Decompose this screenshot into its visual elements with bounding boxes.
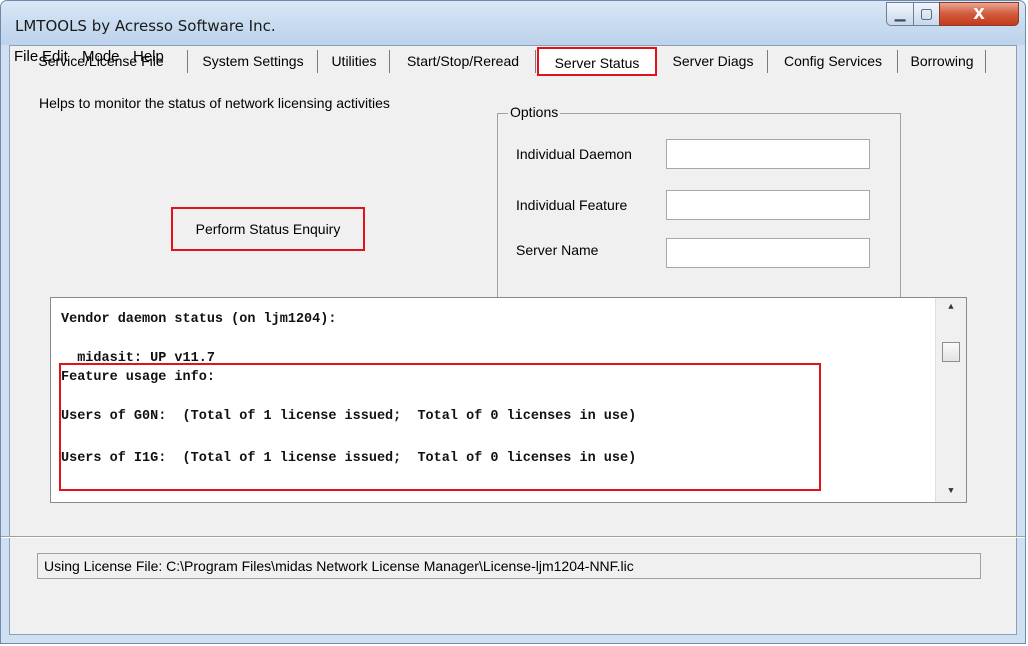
maximize-button[interactable]: ▢ bbox=[913, 2, 940, 26]
minimize-icon: ▁ bbox=[894, 6, 906, 22]
perform-status-enquiry-label: Perform Status Enquiry bbox=[195, 221, 341, 237]
footer-divider bbox=[1, 536, 1025, 538]
tab-utilities[interactable]: Utilities bbox=[319, 50, 390, 73]
tab-service-license-file[interactable]: Service/License File bbox=[15, 50, 188, 73]
individual-daemon-label: Individual Daemon bbox=[516, 146, 632, 162]
output-line: Vendor daemon status (on ljm1204): bbox=[61, 312, 337, 327]
tab-server-status[interactable]: Server Status bbox=[537, 47, 657, 76]
tab-description: Helps to monitor the status of network l… bbox=[39, 95, 390, 111]
individual-feature-input[interactable] bbox=[666, 190, 870, 220]
status-output-textarea[interactable]: Vendor daemon status (on ljm1204): midas… bbox=[50, 297, 967, 503]
app-window: LMTOOLS by Acresso Software Inc. ▁ ▢ X F… bbox=[0, 0, 1026, 644]
output-line: Users of G0N: (Total of 1 license issued… bbox=[61, 409, 637, 424]
tab-borrowing[interactable]: Borrowing bbox=[899, 50, 986, 73]
window-title: LMTOOLS by Acresso Software Inc. bbox=[15, 17, 276, 35]
tab-config-services[interactable]: Config Services bbox=[769, 50, 898, 73]
scroll-up-icon[interactable]: ▲ bbox=[936, 302, 966, 312]
individual-feature-label: Individual Feature bbox=[516, 197, 628, 213]
options-legend: Options bbox=[508, 104, 561, 120]
minimize-button[interactable]: ▁ bbox=[886, 2, 914, 26]
server-name-label: Server Name bbox=[516, 242, 599, 258]
output-scrollbar[interactable]: ▲ ▼ bbox=[935, 298, 966, 502]
tab-system-settings[interactable]: System Settings bbox=[189, 50, 318, 73]
scroll-down-icon[interactable]: ▼ bbox=[936, 486, 966, 496]
license-file-status-bar: Using License File: C:\Program Files\mid… bbox=[37, 553, 981, 579]
options-group: Options Individual Daemon Individual Fea… bbox=[497, 104, 901, 323]
tab-server-diags[interactable]: Server Diags bbox=[659, 50, 768, 73]
scroll-thumb[interactable] bbox=[942, 342, 960, 362]
close-icon: X bbox=[973, 5, 985, 23]
server-name-input[interactable] bbox=[666, 238, 870, 268]
output-line: Users of I1G: (Total of 1 license issued… bbox=[61, 451, 637, 466]
individual-daemon-input[interactable] bbox=[666, 139, 870, 169]
tab-start-stop-reread[interactable]: Start/Stop/Reread bbox=[391, 50, 536, 73]
title-bar[interactable]: LMTOOLS by Acresso Software Inc. ▁ ▢ X bbox=[1, 1, 1025, 45]
maximize-icon: ▢ bbox=[919, 6, 934, 22]
output-line: midasit: UP v11.7 bbox=[61, 351, 215, 366]
perform-status-enquiry-button[interactable]: Perform Status Enquiry bbox=[171, 207, 365, 251]
output-line: Feature usage info: bbox=[61, 370, 215, 385]
close-button[interactable]: X bbox=[939, 2, 1019, 26]
status-bar-text: Using License File: C:\Program Files\mid… bbox=[44, 558, 634, 574]
